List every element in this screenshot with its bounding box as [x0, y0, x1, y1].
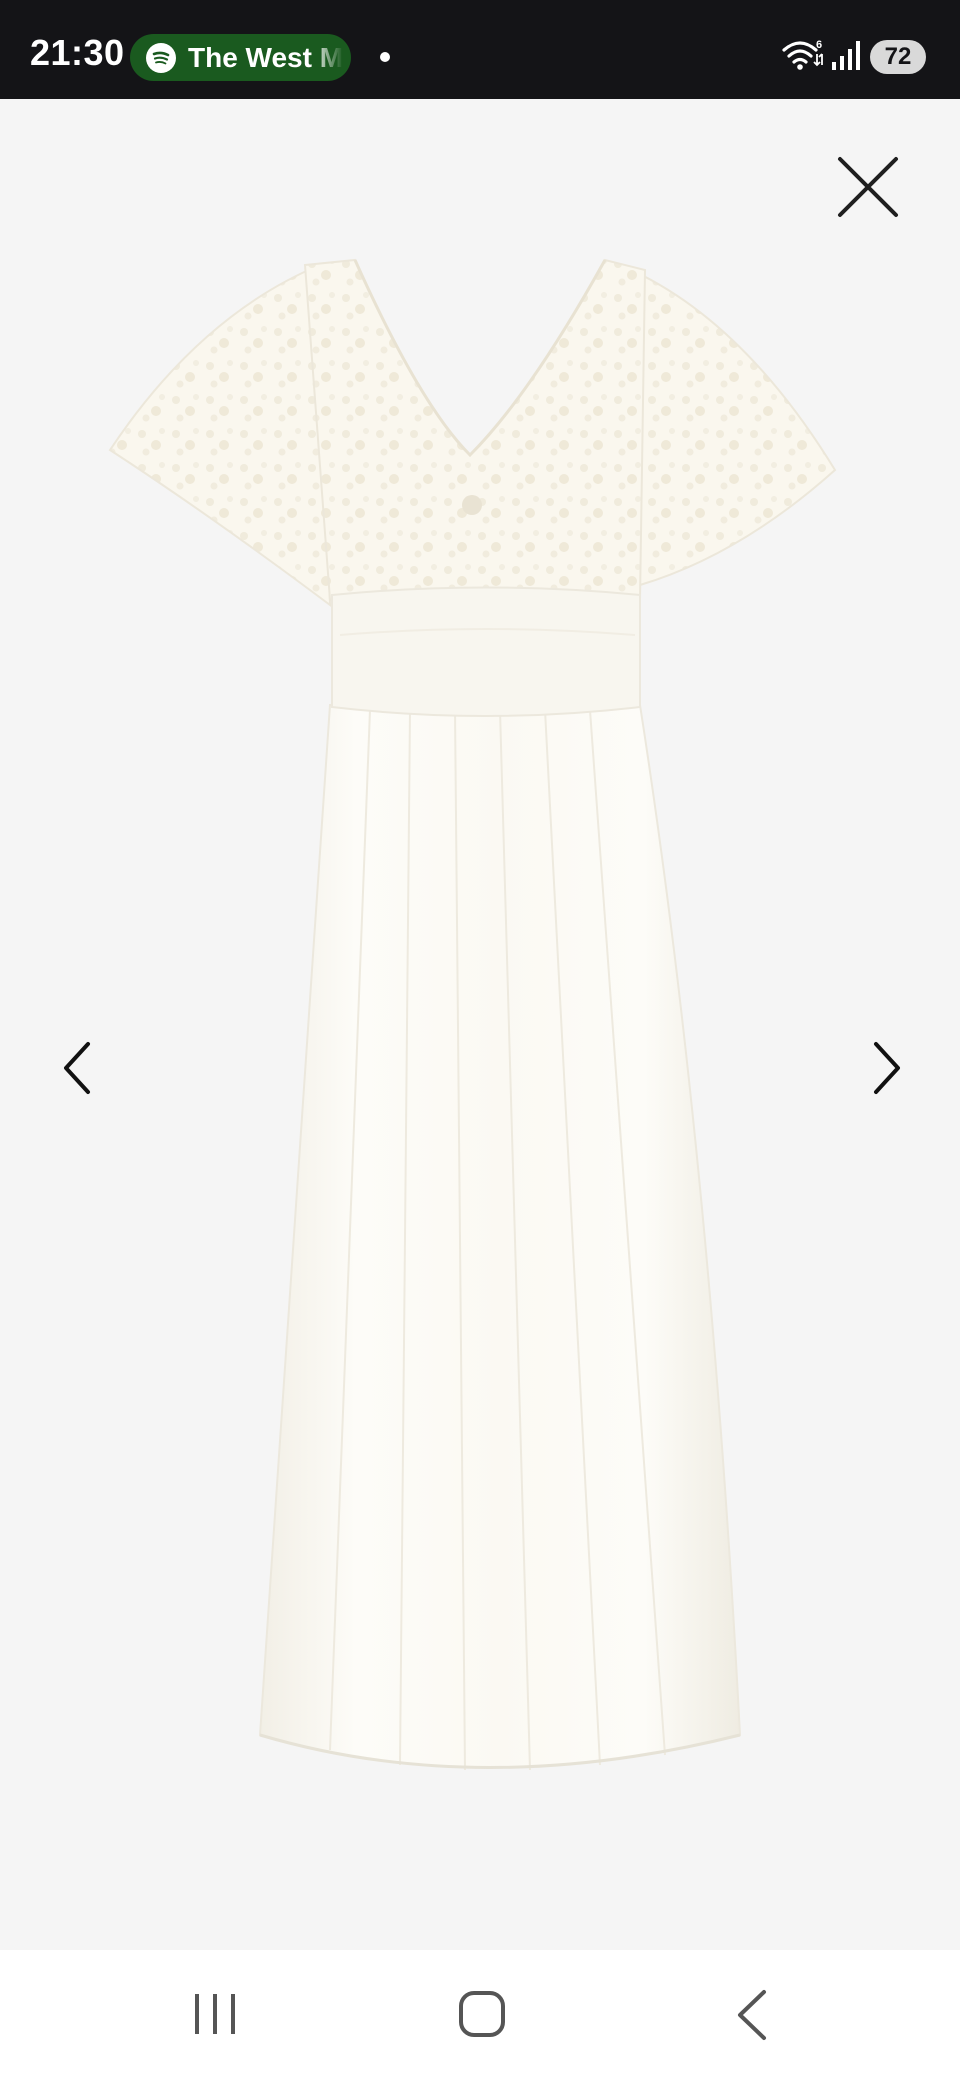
spotify-icon	[146, 42, 176, 73]
back-button[interactable]	[718, 1980, 788, 2050]
media-playing-pill[interactable]: The West M	[130, 34, 351, 81]
wifi-icon: 6	[780, 38, 824, 79]
close-button[interactable]	[836, 155, 900, 219]
chevron-right-icon	[874, 1042, 900, 1094]
system-navigation-bar	[0, 1950, 960, 2080]
signal-icon	[830, 38, 862, 77]
home-button[interactable]	[448, 1980, 518, 2050]
chevron-left-icon	[64, 1042, 90, 1094]
close-icon	[838, 157, 898, 217]
status-time: 21:30	[30, 32, 125, 73]
back-icon	[738, 1990, 766, 2040]
notification-dot	[380, 52, 390, 62]
home-icon	[459, 1991, 505, 2037]
previous-image-button[interactable]	[58, 1040, 98, 1096]
recents-icon	[195, 1994, 235, 2034]
recents-button[interactable]	[180, 1980, 250, 2050]
status-bar: 21:30 The West M 6 72	[0, 0, 960, 99]
battery-indicator: 72	[870, 40, 926, 74]
svg-text:6: 6	[816, 39, 822, 51]
next-image-button[interactable]	[866, 1040, 906, 1096]
media-title: The West M	[188, 41, 344, 73]
product-image	[108, 258, 837, 1771]
